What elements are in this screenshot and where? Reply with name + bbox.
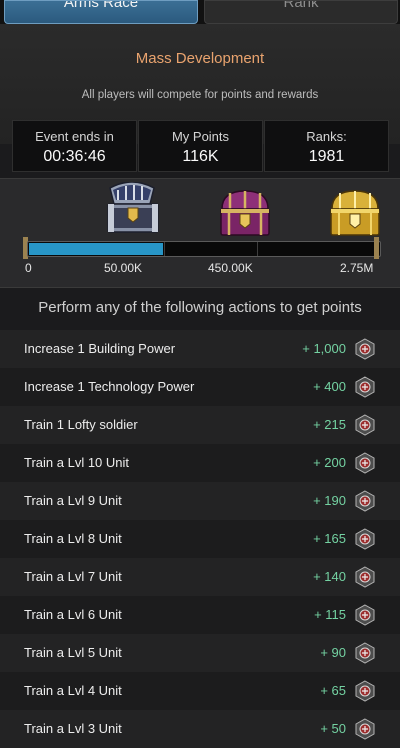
action-label: Increase 1 Technology Power — [24, 379, 195, 394]
action-points: + 215 — [313, 417, 346, 432]
points-badge-icon — [355, 718, 375, 740]
points-badge-icon — [355, 680, 375, 702]
action-label: Train a Lvl 4 Unit — [24, 683, 122, 698]
action-label: Train a Lvl 6 Unit — [24, 607, 122, 622]
progress-divider — [257, 242, 258, 256]
stat-label: Event ends in — [35, 129, 114, 144]
tab-rank[interactable]: Rank — [204, 0, 398, 24]
list-item: Train a Lvl 7 Unit + 140 — [0, 558, 400, 596]
reward-progress: 0 50.00K 450.00K 2.75M — [0, 178, 400, 288]
action-points: + 190 — [313, 493, 346, 508]
event-subtitle: All players will compete for points and … — [81, 89, 319, 101]
action-label: Train a Lvl 5 Unit — [24, 645, 122, 660]
tab-bar: Arms Race Rank — [0, 0, 400, 24]
points-badge-icon — [355, 642, 375, 664]
list-item: Train a Lvl 4 Unit + 65 — [0, 672, 400, 710]
event-title: Mass Development — [135, 50, 265, 67]
action-points: + 400 — [313, 379, 346, 394]
tab-rank-label: Rank — [283, 0, 319, 11]
stat-rank: Ranks: 1981 — [264, 120, 389, 172]
action-points: + 90 — [320, 645, 346, 660]
action-label: Increase 1 Building Power — [24, 341, 176, 356]
stat-value: 1981 — [308, 148, 345, 165]
stat-my-points: My Points 116K — [138, 120, 263, 172]
list-item: Train a Lvl 3 Unit + 50 — [0, 710, 400, 748]
points-badge-icon — [355, 414, 375, 436]
action-points: + 200 — [313, 455, 346, 470]
list-item: Train a Lvl 8 Unit + 165 — [0, 520, 400, 558]
points-badge-icon — [355, 376, 375, 398]
points-badge-icon — [355, 604, 375, 626]
milestone-label: 0 — [25, 261, 32, 275]
stats-panel: Event ends in 00:36:46 My Points 116K Ra… — [12, 120, 389, 172]
action-label: Train a Lvl 7 Unit — [24, 569, 122, 584]
list-item: Train a Lvl 5 Unit + 90 — [0, 634, 400, 672]
points-badge-icon — [355, 338, 375, 360]
stat-value: 116K — [182, 148, 219, 165]
list-item: Train a Lvl 6 Unit + 115 — [0, 596, 400, 634]
action-points: + 115 — [314, 607, 346, 622]
progress-bar — [27, 241, 381, 257]
points-badge-icon — [355, 566, 375, 588]
action-label: Train 1 Lofty soldier — [24, 417, 138, 432]
action-points: + 50 — [320, 721, 346, 736]
purple-chest-icon[interactable] — [216, 187, 274, 239]
milestone-label: 2.75M — [340, 261, 374, 275]
stat-time-left: Event ends in 00:36:46 — [12, 120, 137, 172]
stat-label: My Points — [171, 129, 230, 144]
silver-chest-icon[interactable] — [104, 182, 162, 234]
action-points: + 65 — [320, 683, 346, 698]
action-points: + 165 — [313, 531, 346, 546]
points-badge-icon — [355, 528, 375, 550]
tab-arms-race-label: Arms Race — [63, 0, 139, 11]
list-item: Increase 1 Technology Power + 400 — [0, 368, 400, 406]
list-item: Increase 1 Building Power + 1,000 — [0, 330, 400, 368]
list-item: Train a Lvl 9 Unit + 190 — [0, 482, 400, 520]
points-badge-icon — [355, 490, 375, 512]
action-label: Train a Lvl 3 Unit — [24, 721, 122, 736]
action-label: Train a Lvl 8 Unit — [24, 531, 122, 546]
action-label: Train a Lvl 9 Unit — [24, 493, 122, 508]
gold-chest-icon[interactable] — [326, 187, 384, 239]
points-badge-icon — [355, 452, 375, 474]
milestone-label: 450.00K — [208, 261, 253, 275]
action-points: + 140 — [313, 569, 346, 584]
action-points: + 1,000 — [302, 341, 346, 356]
tab-arms-race[interactable]: Arms Race — [4, 0, 198, 24]
list-item: Train a Lvl 10 Unit + 200 — [0, 444, 400, 482]
milestone-label: 50.00K — [104, 261, 143, 275]
stat-value: 00:36:46 — [43, 148, 106, 165]
stat-label: Ranks: — [306, 129, 347, 144]
progress-cap-right — [374, 237, 379, 259]
progress-bar-fill — [29, 243, 163, 255]
action-label: Train a Lvl 10 Unit — [24, 455, 130, 470]
list-item: Train 1 Lofty soldier + 215 — [0, 406, 400, 444]
progress-divider — [164, 242, 165, 256]
actions-heading: Perform any of the following actions to … — [38, 299, 362, 316]
